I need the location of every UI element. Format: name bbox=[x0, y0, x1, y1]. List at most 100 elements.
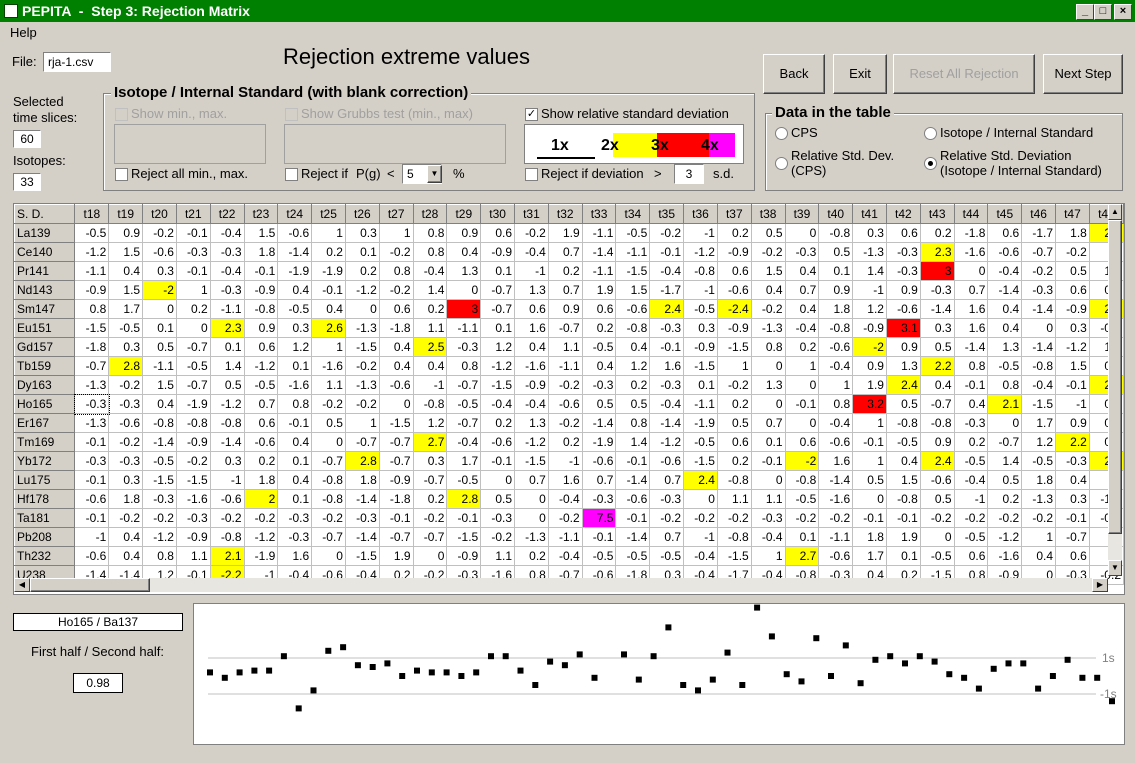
table-cell[interactable]: -0.9 bbox=[446, 546, 482, 566]
table-cell[interactable]: 0.6 bbox=[987, 223, 1023, 243]
table-cell[interactable]: 0.2 bbox=[615, 375, 651, 395]
table-cell[interactable]: -1.4 bbox=[818, 470, 854, 490]
table-cell[interactable]: 1.1 bbox=[412, 318, 448, 338]
table-cell[interactable]: -0.5 bbox=[649, 546, 685, 566]
table-cell[interactable]: -0.6 bbox=[818, 546, 854, 566]
table-cell[interactable]: -0.7 bbox=[175, 337, 211, 357]
table-cell[interactable]: -2.4 bbox=[716, 299, 752, 319]
table-cell[interactable]: -0.1 bbox=[1055, 508, 1090, 528]
table-cell[interactable]: -0.1 bbox=[446, 508, 482, 528]
table-cell[interactable]: -0.6 bbox=[885, 299, 921, 319]
table-cell[interactable]: 0.6 bbox=[885, 223, 921, 243]
table-cell[interactable]: 0 bbox=[953, 261, 989, 281]
table-cell[interactable]: 0.7 bbox=[649, 527, 685, 547]
table-cell[interactable]: -1.4 bbox=[1021, 299, 1057, 319]
table-cell[interactable]: 1.9 bbox=[885, 527, 921, 547]
table-cell[interactable]: 2.3 bbox=[919, 242, 955, 262]
table-cell[interactable]: -1.1 bbox=[683, 394, 718, 414]
table-cell[interactable]: -0.4 bbox=[412, 261, 448, 281]
table-cell[interactable]: 1.8 bbox=[344, 470, 380, 490]
table-cell[interactable]: -1.5 bbox=[716, 546, 752, 566]
table-cell[interactable]: 0.4 bbox=[987, 318, 1023, 338]
table-cell[interactable]: 0.1 bbox=[480, 261, 516, 281]
table-cell[interactable]: -0.3 bbox=[885, 261, 921, 281]
table-cell[interactable]: 0 bbox=[683, 489, 718, 509]
table-cell[interactable]: -0.1 bbox=[311, 280, 346, 300]
table-cell[interactable]: 0.5 bbox=[716, 413, 752, 433]
table-cell[interactable]: -0.7 bbox=[344, 432, 380, 452]
table-cell[interactable]: 0.1 bbox=[818, 261, 854, 281]
table-cell[interactable]: -0.1 bbox=[649, 242, 685, 262]
table-cell[interactable]: 0.1 bbox=[277, 451, 313, 471]
table-cell[interactable]: -1.5 bbox=[683, 451, 718, 471]
table-cell[interactable]: -0.2 bbox=[378, 280, 414, 300]
table-cell[interactable]: 0.3 bbox=[277, 318, 313, 338]
table-cell[interactable]: 1.4 bbox=[412, 280, 448, 300]
table-cell[interactable]: 1.9 bbox=[581, 280, 617, 300]
table-cell[interactable]: 0.4 bbox=[987, 299, 1023, 319]
table-cell[interactable]: 1.5 bbox=[243, 223, 279, 243]
table-cell[interactable]: -0.3 bbox=[919, 280, 955, 300]
vertical-scrollbar[interactable]: ▲ ▼ bbox=[1108, 204, 1122, 576]
table-cell[interactable]: -1 bbox=[1055, 394, 1090, 414]
table-cell[interactable]: 1.4 bbox=[987, 451, 1023, 471]
rejection-matrix-table[interactable]: S. D. t18 t19 t20 t21 t22 t23 t24 t25 t26 t27 t28 t2… bbox=[13, 203, 1125, 595]
table-cell[interactable]: -0.7 bbox=[175, 375, 211, 395]
table-cell[interactable]: 2.6 bbox=[311, 318, 346, 338]
exit-button[interactable]: Exit bbox=[833, 54, 887, 94]
table-cell[interactable]: 1 bbox=[852, 451, 887, 471]
table-cell[interactable]: 0.3 bbox=[412, 451, 448, 471]
table-cell[interactable]: -0.3 bbox=[277, 527, 313, 547]
table-cell[interactable]: -1.5 bbox=[514, 451, 549, 471]
table-cell[interactable]: 0 bbox=[378, 394, 414, 414]
table-cell[interactable]: -1 bbox=[209, 470, 245, 490]
table-cell[interactable]: 0.8 bbox=[615, 413, 651, 433]
table-row[interactable]: Hf178 -0.6 1.8 -0.3 -1.6 -0.6 2 0.1 -0.8 -1.4 -1.8… bbox=[14, 489, 1124, 509]
table-cell[interactable]: -0.4 bbox=[818, 356, 854, 376]
table-row[interactable]: Lu175 -0.1 0.3 -1.5 -1.5 -1 1.8 0.4 -0.8 1.8 -0.9-… bbox=[14, 470, 1124, 490]
horizontal-scroll-thumb[interactable] bbox=[30, 578, 150, 592]
table-cell[interactable]: -0.7 bbox=[446, 375, 482, 395]
table-cell[interactable]: 1.8 bbox=[1021, 470, 1057, 490]
table-cell[interactable]: -1.9 bbox=[243, 546, 279, 566]
table-cell[interactable]: -0.2 bbox=[378, 242, 414, 262]
table-cell[interactable]: -0.2 bbox=[547, 375, 583, 395]
table-cell[interactable]: -0.3 bbox=[784, 242, 820, 262]
table-cell[interactable]: -0.8 bbox=[615, 318, 651, 338]
table-cell[interactable]: 2.2 bbox=[919, 356, 955, 376]
table-cell[interactable]: -0.1 bbox=[852, 432, 887, 452]
table-cell[interactable]: 0 bbox=[514, 489, 549, 509]
table-cell[interactable]: 1.3 bbox=[987, 337, 1023, 357]
table-row[interactable]: Er167 -1.3 -0.6 -0.8 -0.8 -0.8 0.6 -0.1 0.5 1 -1.5… bbox=[14, 413, 1124, 433]
table-cell[interactable]: -0.4 bbox=[818, 413, 854, 433]
table-cell[interactable]: 2.5 bbox=[412, 337, 448, 357]
table-cell[interactable]: -0.6 bbox=[209, 489, 245, 509]
table-cell[interactable]: 1.5 bbox=[885, 470, 921, 490]
table-cell[interactable]: -0.8 bbox=[683, 261, 718, 281]
table-cell[interactable]: 0.8 bbox=[987, 375, 1023, 395]
table-cell[interactable]: 0.4 bbox=[750, 280, 786, 300]
table-cell[interactable]: -1.4 bbox=[344, 489, 380, 509]
table-cell[interactable]: 0.2 bbox=[547, 261, 583, 281]
table-cell[interactable]: -1 bbox=[683, 280, 718, 300]
table-cell[interactable]: -0.9 bbox=[175, 527, 211, 547]
table-cell[interactable]: 0 bbox=[175, 318, 211, 338]
table-row[interactable]: Dy163 -1.3 -0.2 1.5 -0.7 0.5 -0.5 -1.6 1.1 -1.3 -0… bbox=[14, 375, 1124, 395]
table-row[interactable]: Pb208 -1 0.4 -1.2 -0.9 -0.8 -1.2 -0.3 -0.7 -1.4 -0… bbox=[14, 527, 1124, 547]
table-cell[interactable]: -1.1 bbox=[818, 527, 854, 547]
minimize-button[interactable]: _ bbox=[1076, 4, 1094, 20]
table-cell[interactable]: -0.7 bbox=[412, 527, 448, 547]
table-cell[interactable]: -0.2 bbox=[142, 223, 177, 243]
table-cell[interactable]: 1.6 bbox=[818, 451, 854, 471]
table-cell[interactable]: 0.3 bbox=[108, 337, 144, 357]
table-cell[interactable]: 3 bbox=[919, 261, 955, 281]
table-cell[interactable]: -0.6 bbox=[615, 299, 651, 319]
table-row[interactable]: Ta181 -0.1 -0.2 -0.2 -0.3 -0.2 -0.2 -0.3 -0.2 -0.… bbox=[14, 508, 1124, 528]
table-cell[interactable]: 3 bbox=[446, 299, 482, 319]
table-cell[interactable]: -1.5 bbox=[74, 318, 110, 338]
table-cell[interactable]: 0.3 bbox=[852, 223, 887, 243]
table-cell[interactable]: -1.2 bbox=[683, 242, 718, 262]
table-cell[interactable]: -0.1 bbox=[74, 470, 110, 490]
table-cell[interactable]: 0.5 bbox=[852, 470, 887, 490]
table-cell[interactable]: -1 bbox=[514, 261, 549, 281]
